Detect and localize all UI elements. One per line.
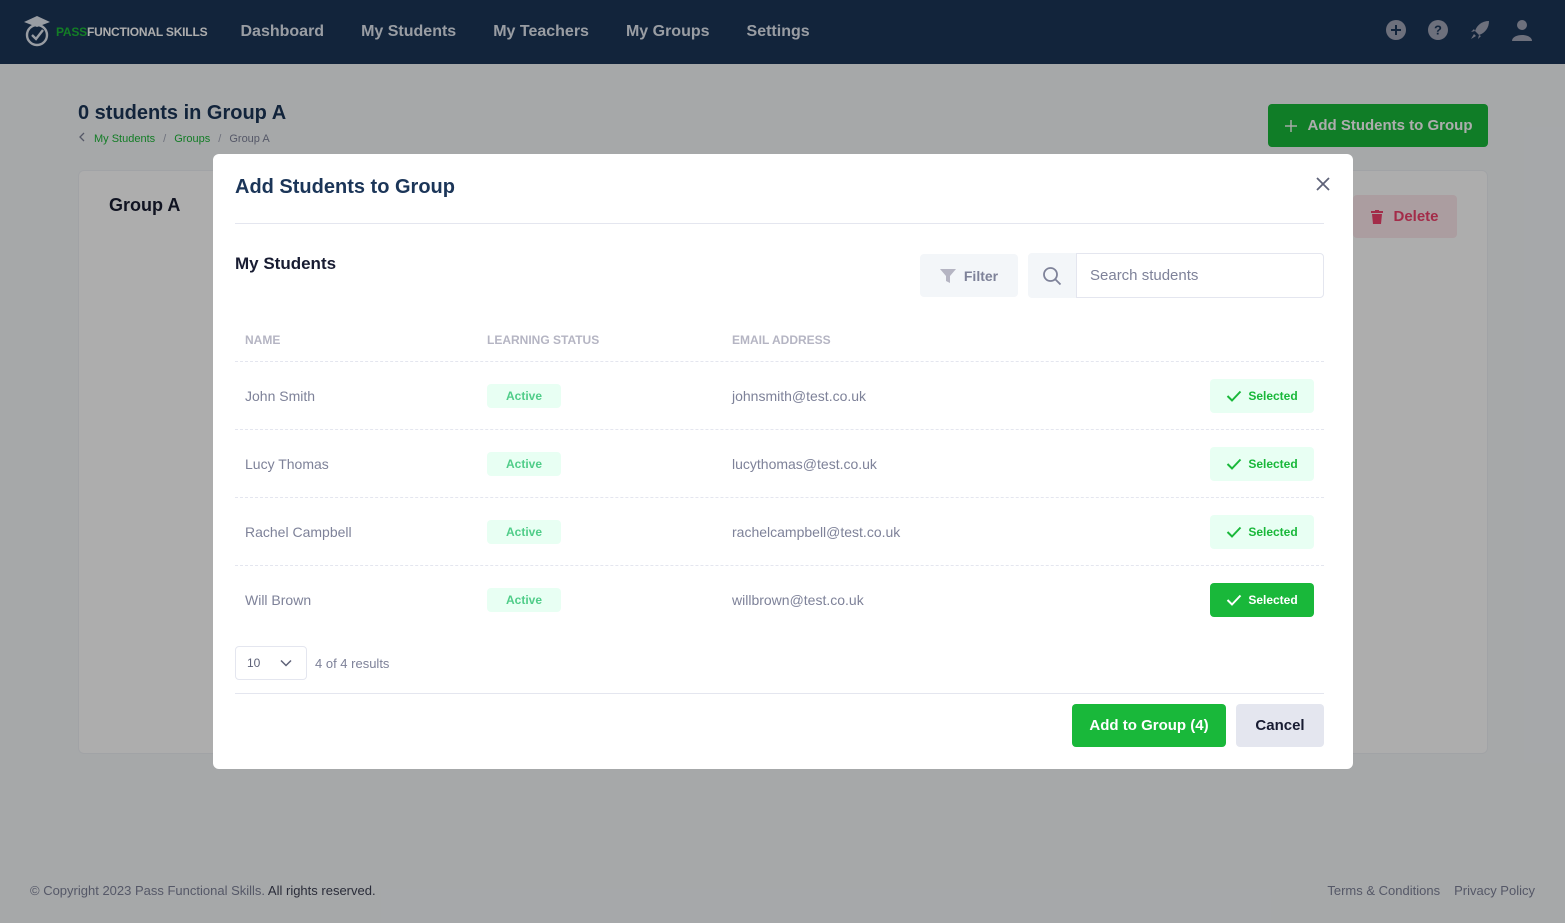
page-size-value: 10 [247,656,261,670]
table-header: NAME LEARNING STATUS EMAIL ADDRESS [235,319,1324,362]
status-badge: Active [487,588,561,612]
search-box [1028,253,1324,298]
check-icon [1227,594,1242,606]
table-row: Lucy Thomas Active lucythomas@test.co.uk… [235,430,1324,498]
table-row: Rachel Campbell Active rachelcampbell@te… [235,498,1324,566]
student-email: lucythomas@test.co.uk [732,455,877,472]
student-name: John Smith [245,387,316,404]
student-email: rachelcampbell@test.co.uk [732,523,901,540]
check-icon [1227,526,1242,538]
check-icon [1227,458,1242,470]
column-header-name[interactable]: NAME [245,333,280,347]
student-name: Lucy Thomas [245,455,329,472]
table-row: Will Brown Active willbrown@test.co.uk S… [235,566,1324,634]
student-name: Rachel Campbell [245,523,352,540]
column-header-status[interactable]: LEARNING STATUS [487,333,599,347]
select-toggle-button[interactable]: Selected [1210,514,1314,549]
chevron-down-icon [280,659,292,667]
add-to-group-button[interactable]: Add to Group (4) [1072,704,1226,747]
student-email: johnsmith@test.co.uk [732,387,867,404]
modal-divider [235,223,1324,224]
student-name: Will Brown [245,592,312,608]
modal-divider [235,693,1324,694]
close-icon[interactable] [1314,175,1332,193]
select-toggle-button[interactable]: Selected [1210,583,1314,617]
modal-title: Add Students to Group [235,176,455,198]
filter-button[interactable]: Filter [920,254,1018,297]
section-title: My Students [235,254,337,273]
status-badge: Active [487,519,561,544]
select-toggle-label: Selected [1248,593,1298,607]
cancel-button[interactable]: Cancel [1236,704,1324,747]
select-toggle-button[interactable]: Selected [1210,446,1314,481]
search-input[interactable] [1076,253,1324,298]
funnel-icon [939,268,956,283]
add-students-modal: Add Students to Group My Students Filter… [213,154,1353,769]
select-toggle-label: Selected [1248,388,1298,403]
student-email: willbrown@test.co.uk [732,592,864,608]
students-table: NAME LEARNING STATUS EMAIL ADDRESS John … [235,319,1324,634]
status-badge: Active [487,383,561,408]
pagination: 10 4 of 4 results [235,646,389,680]
table-row: John Smith Active johnsmith@test.co.uk S… [235,362,1324,430]
status-badge: Active [487,451,561,476]
results-count: 4 of 4 results [315,655,390,671]
filter-label: Filter [963,267,999,284]
select-toggle-label: Selected [1248,524,1298,539]
page-size-select[interactable]: 10 [235,646,307,680]
search-icon [1028,253,1076,298]
select-toggle-button[interactable]: Selected [1210,378,1314,413]
check-icon [1227,390,1242,402]
select-toggle-label: Selected [1248,456,1298,471]
column-header-email[interactable]: EMAIL ADDRESS [732,333,831,347]
